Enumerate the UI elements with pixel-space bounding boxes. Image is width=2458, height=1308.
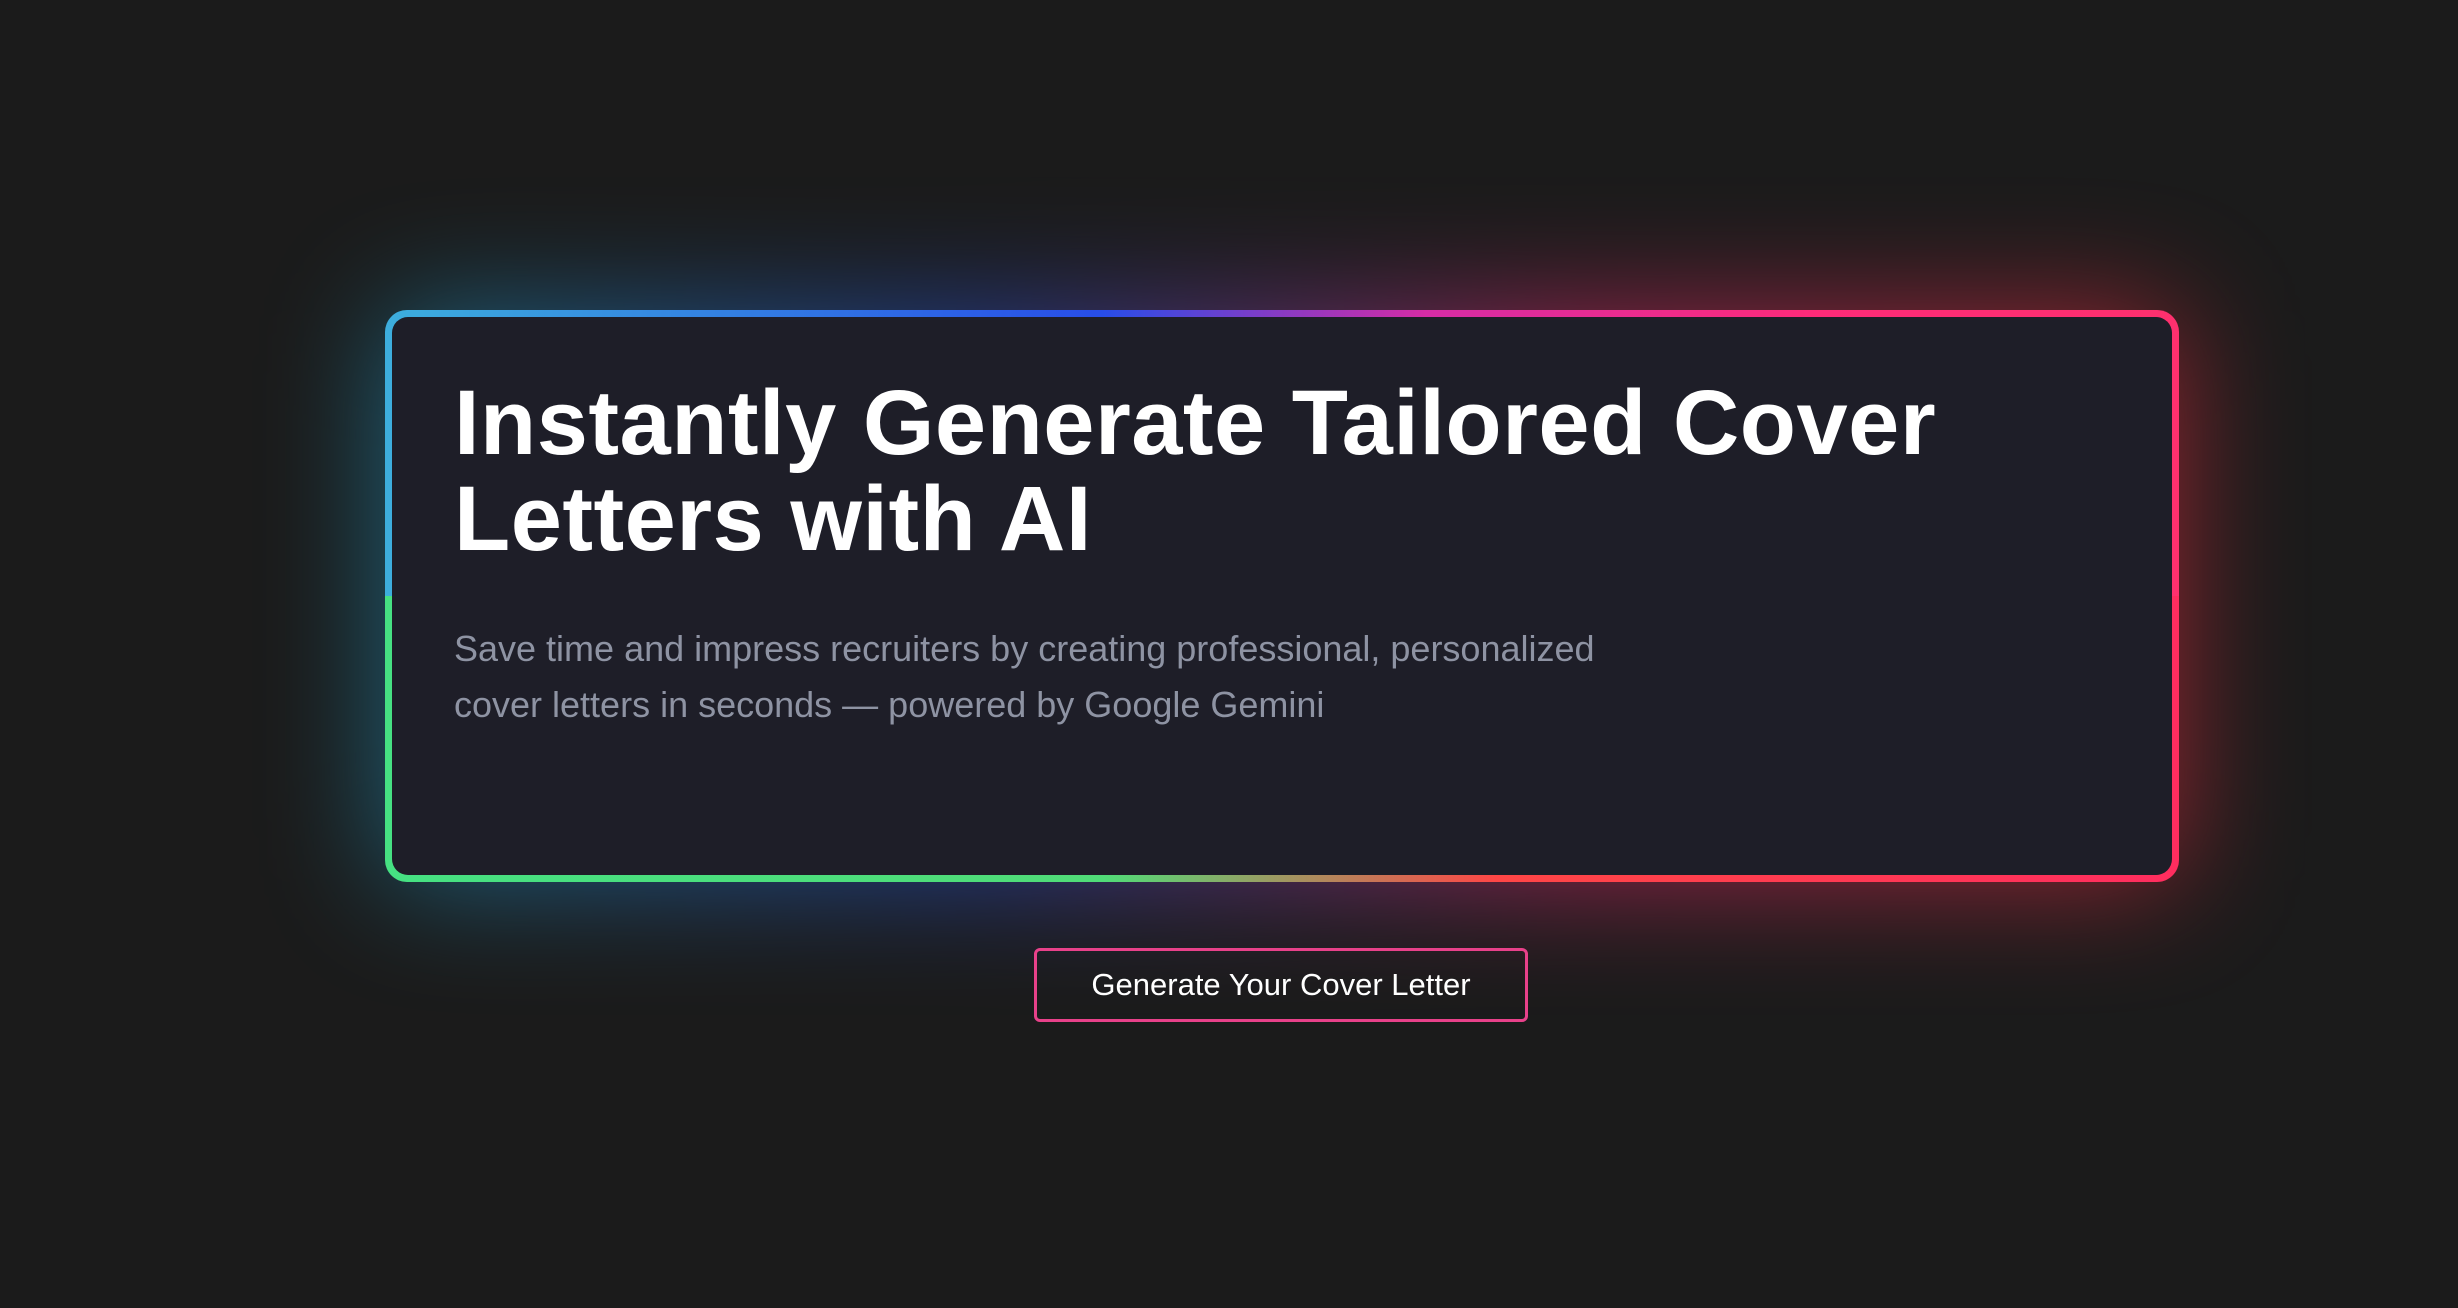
generate-cover-letter-button[interactable]: Generate Your Cover Letter <box>1034 948 1528 1022</box>
hero-card: Instantly Generate Tailored Cover Letter… <box>392 317 2172 875</box>
hero-card-frame: Instantly Generate Tailored Cover Letter… <box>385 310 2179 882</box>
hero-headline: Instantly Generate Tailored Cover Letter… <box>454 372 1937 570</box>
landing-page: Instantly Generate Tailored Cover Letter… <box>0 0 2458 1308</box>
hero-subtitle: Save time and impress recruiters by crea… <box>454 628 1595 725</box>
